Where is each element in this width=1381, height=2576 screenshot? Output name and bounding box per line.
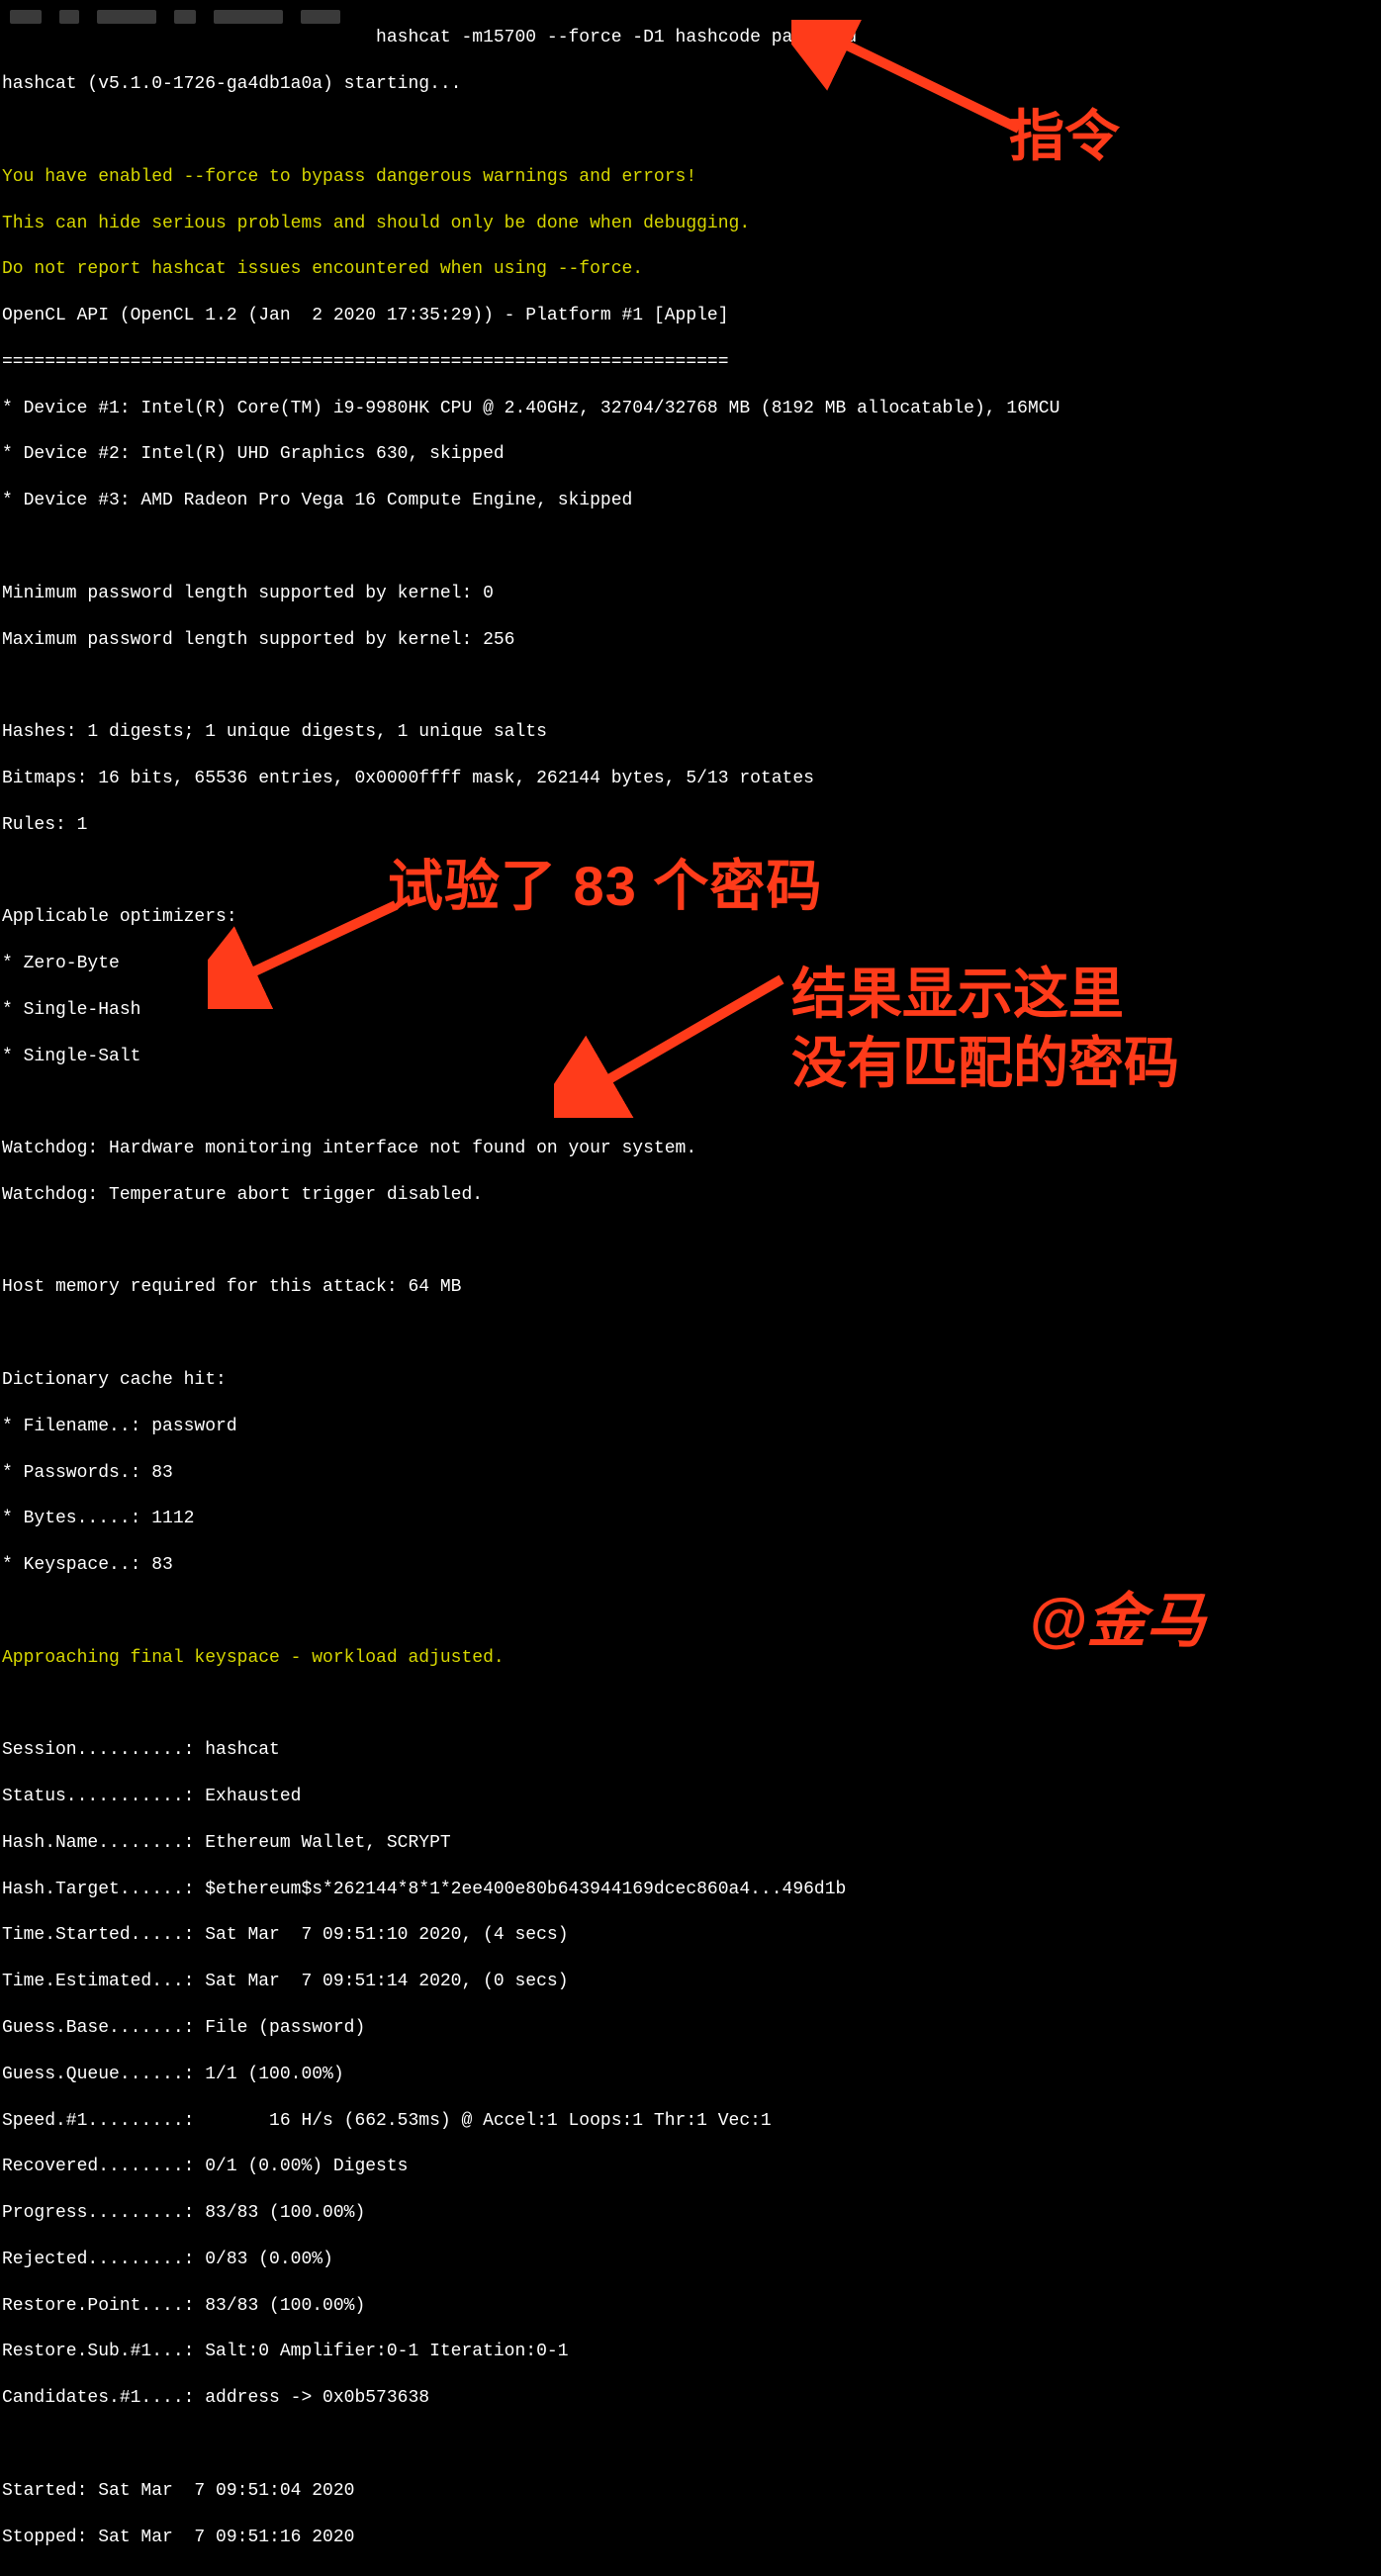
max-pwd-line: Maximum password length supported by ker… <box>2 629 1379 652</box>
status-guess-queue: Guess.Queue......: 1/1 (100.00%) <box>2 2064 1379 2086</box>
dict-passwords: * Passwords.: 83 <box>2 1462 1379 1485</box>
status-speed: Speed.#1.........: 16 H/s (662.53ms) @ A… <box>2 2110 1379 2133</box>
status-progress: Progress.........: 83/83 (100.00%) <box>2 2202 1379 2225</box>
optimizers-header: Applicable optimizers: <box>2 906 1379 929</box>
warn-line-3: Do not report hashcat issues encountered… <box>2 258 1379 281</box>
status-status: Status...........: Exhausted <box>2 1786 1379 1808</box>
status-recovered: Recovered........: 0/1 (0.00%) Digests <box>2 2156 1379 2178</box>
hostmem-line: Host memory required for this attack: 64… <box>2 1276 1379 1299</box>
watchdog-1: Watchdog: Hardware monitoring interface … <box>2 1138 1379 1160</box>
hashes-line: Hashes: 1 digests; 1 unique digests, 1 u… <box>2 721 1379 744</box>
dict-bytes: * Bytes.....: 1112 <box>2 1508 1379 1530</box>
started-line: Started: Sat Mar 7 09:51:04 2020 <box>2 2480 1379 2503</box>
warn-line-2: This can hide serious problems and shoul… <box>2 213 1379 235</box>
optimizer-2: * Single-Hash <box>2 999 1379 1022</box>
status-session: Session..........: hashcat <box>2 1739 1379 1762</box>
device-2-line: * Device #2: Intel(R) UHD Graphics 630, … <box>2 443 1379 466</box>
warn-line-1: You have enabled --force to bypass dange… <box>2 166 1379 189</box>
status-time-estimated: Time.Estimated...: Sat Mar 7 09:51:14 20… <box>2 1971 1379 1993</box>
status-rejected: Rejected.........: 0/83 (0.00%) <box>2 2249 1379 2271</box>
status-hashname: Hash.Name........: Ethereum Wallet, SCRY… <box>2 1832 1379 1855</box>
status-guess-base: Guess.Base.......: File (password) <box>2 2017 1379 2040</box>
redacted-prompt <box>4 5 440 29</box>
dict-keyspace: * Keyspace..: 83 <box>2 1554 1379 1577</box>
device-1-line: * Device #1: Intel(R) Core(TM) i9-9980HK… <box>2 398 1379 420</box>
terminal-output: hashcat -m15700 --force -D1 hashcode pas… <box>0 0 1381 2576</box>
approach-line: Approaching final keyspace - workload ad… <box>2 1647 1379 1670</box>
status-time-started: Time.Started.....: Sat Mar 7 09:51:10 20… <box>2 1924 1379 1947</box>
device-3-line: * Device #3: AMD Radeon Pro Vega 16 Comp… <box>2 490 1379 512</box>
rules-line: Rules: 1 <box>2 814 1379 837</box>
dict-filename: * Filename..: password <box>2 1416 1379 1438</box>
dict-header: Dictionary cache hit: <box>2 1369 1379 1392</box>
min-pwd-line: Minimum password length supported by ker… <box>2 583 1379 605</box>
watchdog-2: Watchdog: Temperature abort trigger disa… <box>2 1184 1379 1207</box>
bitmaps-line: Bitmaps: 16 bits, 65536 entries, 0x0000f… <box>2 768 1379 790</box>
prompt-line: hashcat -m15700 --force -D1 hashcode pas… <box>2 27 1379 49</box>
optimizer-1: * Zero-Byte <box>2 953 1379 975</box>
starting-line: hashcat (v5.1.0-1726-ga4db1a0a) starting… <box>2 73 1379 96</box>
rule-line: ========================================… <box>2 351 1379 374</box>
optimizer-3: * Single-Salt <box>2 1046 1379 1068</box>
status-hashtarget: Hash.Target......: $ethereum$s*262144*8*… <box>2 1879 1379 1901</box>
status-restore-point: Restore.Point....: 83/83 (100.00%) <box>2 2295 1379 2318</box>
stopped-line: Stopped: Sat Mar 7 09:51:16 2020 <box>2 2527 1379 2549</box>
status-restore-sub: Restore.Sub.#1...: Salt:0 Amplifier:0-1 … <box>2 2341 1379 2363</box>
status-candidates: Candidates.#1....: address -> 0x0b573638 <box>2 2387 1379 2410</box>
opencl-line: OpenCL API (OpenCL 1.2 (Jan 2 2020 17:35… <box>2 305 1379 327</box>
